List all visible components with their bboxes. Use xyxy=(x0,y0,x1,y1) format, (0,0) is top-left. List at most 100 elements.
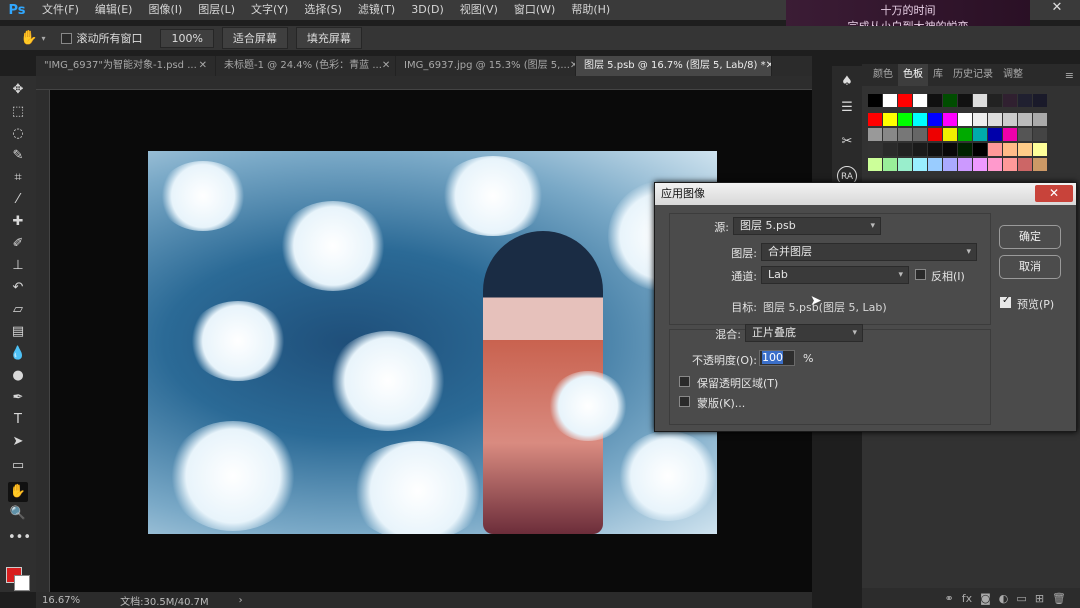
swatch[interactable] xyxy=(973,158,987,171)
swatch[interactable] xyxy=(898,113,912,126)
panel-menu-icon[interactable]: ≡ xyxy=(1065,69,1074,82)
close-icon[interactable]: ✕ xyxy=(382,56,390,76)
chevron-right-icon[interactable]: › xyxy=(239,595,243,606)
swatch[interactable] xyxy=(883,113,897,126)
chevron-down-icon[interactable]: ▾ xyxy=(41,34,45,43)
lasso-tool-icon[interactable]: ◌ xyxy=(8,124,28,144)
swatch[interactable] xyxy=(913,158,927,171)
close-icon[interactable]: ✕ xyxy=(1044,0,1070,18)
swatch[interactable] xyxy=(1033,158,1047,171)
eyedropper-tool-icon[interactable]: ⁄ xyxy=(8,190,28,210)
swatch[interactable] xyxy=(943,94,957,107)
swatch[interactable] xyxy=(988,158,1002,171)
preview-checkbox[interactable] xyxy=(1000,295,1011,308)
blend-select[interactable]: 正片叠底 ▾ xyxy=(745,324,863,342)
swatch[interactable] xyxy=(898,94,912,107)
swatch[interactable] xyxy=(1003,128,1017,141)
document-image[interactable] xyxy=(148,151,717,534)
type-tool-icon[interactable]: T xyxy=(8,410,28,430)
swatch[interactable] xyxy=(988,128,1002,141)
swatch[interactable] xyxy=(1003,94,1017,107)
trash-icon[interactable]: 🗑 xyxy=(1052,592,1066,605)
close-icon[interactable]: ✕ xyxy=(1035,185,1073,202)
fill-screen-button[interactable]: 填充屏幕 xyxy=(295,27,362,49)
layer-select[interactable]: 合并图层 ▾ xyxy=(761,243,977,261)
swatch[interactable] xyxy=(988,143,1002,156)
pen-tool-icon[interactable]: ✒ xyxy=(8,388,28,408)
swatch[interactable] xyxy=(1033,128,1047,141)
background-color-swatch[interactable] xyxy=(14,575,30,591)
tab-adjustments[interactable]: 调整 xyxy=(998,64,1028,86)
blur-tool-icon[interactable]: 💧 xyxy=(8,344,28,364)
swatch[interactable] xyxy=(943,143,957,156)
swatch[interactable] xyxy=(1003,113,1017,126)
swatch[interactable] xyxy=(973,113,987,126)
swatch[interactable] xyxy=(943,158,957,171)
swatch[interactable] xyxy=(883,94,897,107)
marquee-tool-icon[interactable]: ⬚ xyxy=(8,102,28,122)
swatch[interactable] xyxy=(868,113,882,126)
swatch[interactable] xyxy=(1003,158,1017,171)
tab-color[interactable]: 颜色 xyxy=(868,64,898,86)
menu-help[interactable]: 帮助(H) xyxy=(563,0,618,20)
swatch[interactable] xyxy=(883,143,897,156)
adjustment-layer-icon[interactable]: ◐ xyxy=(999,592,1009,605)
swatch[interactable] xyxy=(898,143,912,156)
swatch[interactable] xyxy=(913,128,927,141)
swatch[interactable] xyxy=(1033,113,1047,126)
menu-window[interactable]: 窗口(W) xyxy=(506,0,563,20)
quick-select-tool-icon[interactable]: ✎ xyxy=(8,146,28,166)
source-select[interactable]: 图层 5.psb ▾ xyxy=(733,217,881,235)
swatch[interactable] xyxy=(1033,94,1047,107)
brush-tool-icon[interactable]: ✐ xyxy=(8,234,28,254)
menu-view[interactable]: 视图(V) xyxy=(452,0,506,20)
swatch[interactable] xyxy=(1033,143,1047,156)
new-layer-icon[interactable]: ⊞ xyxy=(1035,592,1044,605)
mask-checkbox[interactable] xyxy=(679,396,690,407)
swatch[interactable] xyxy=(973,94,987,107)
tab-document-1[interactable]: "IMG_6937"为智能对象-1.psd ... ✕ xyxy=(36,56,216,76)
swatch[interactable] xyxy=(913,143,927,156)
close-icon[interactable]: ✕ xyxy=(199,56,207,76)
swatch[interactable] xyxy=(913,113,927,126)
menu-filter[interactable]: 滤镜(T) xyxy=(350,0,403,20)
link-icon[interactable]: ⚭ xyxy=(945,592,954,605)
swatch[interactable] xyxy=(988,94,1002,107)
eraser-tool-icon[interactable]: ▱ xyxy=(8,300,28,320)
swatch[interactable] xyxy=(943,113,957,126)
tab-document-4[interactable]: 图层 5.psb @ 16.7% (图层 5, Lab/8) *✕ xyxy=(576,56,772,76)
history-brush-tool-icon[interactable]: ↶ xyxy=(8,278,28,298)
move-tool-icon[interactable]: ✥ xyxy=(8,80,28,100)
swatch[interactable] xyxy=(958,143,972,156)
swatch[interactable] xyxy=(1018,113,1032,126)
clone-stamp-tool-icon[interactable]: ⊥ xyxy=(8,256,28,276)
swatch[interactable] xyxy=(973,128,987,141)
swatch[interactable] xyxy=(898,158,912,171)
mask-icon[interactable]: ◙ xyxy=(980,592,991,605)
fit-screen-button[interactable]: 适合屏幕 xyxy=(221,27,288,49)
tab-libraries[interactable]: 库 xyxy=(928,64,948,86)
preserve-transparency-checkbox[interactable] xyxy=(679,376,690,387)
swatch[interactable] xyxy=(868,94,882,107)
dodge-tool-icon[interactable]: ● xyxy=(8,366,28,386)
zoom-readout[interactable]: 16.67% xyxy=(42,595,80,606)
swatch[interactable] xyxy=(928,143,942,156)
swatch[interactable] xyxy=(988,113,1002,126)
swatch[interactable] xyxy=(1018,94,1032,107)
tab-history[interactable]: 历史记录 xyxy=(948,64,998,86)
zoom-100-button[interactable]: 100% xyxy=(160,28,214,48)
ok-button[interactable]: 确定 xyxy=(999,225,1061,249)
rectangle-tool-icon[interactable]: ▭ xyxy=(8,456,28,476)
healing-brush-tool-icon[interactable]: ✚ xyxy=(8,212,28,232)
crop-tool-icon[interactable]: ⌗ xyxy=(8,168,28,188)
swatch[interactable] xyxy=(958,128,972,141)
swatch[interactable] xyxy=(868,158,882,171)
hand-tool-icon[interactable]: ✋ xyxy=(8,482,28,502)
swatch[interactable] xyxy=(1018,143,1032,156)
hand-tool-icon[interactable]: ✋ xyxy=(20,30,37,46)
menu-layer[interactable]: 图层(L) xyxy=(190,0,243,20)
brush-preset-icon[interactable]: ♠ xyxy=(837,72,857,92)
tab-swatches[interactable]: 色板 xyxy=(898,64,928,86)
zoom-tool-icon[interactable]: 🔍 xyxy=(8,504,28,524)
menu-3d[interactable]: 3D(D) xyxy=(403,0,452,20)
